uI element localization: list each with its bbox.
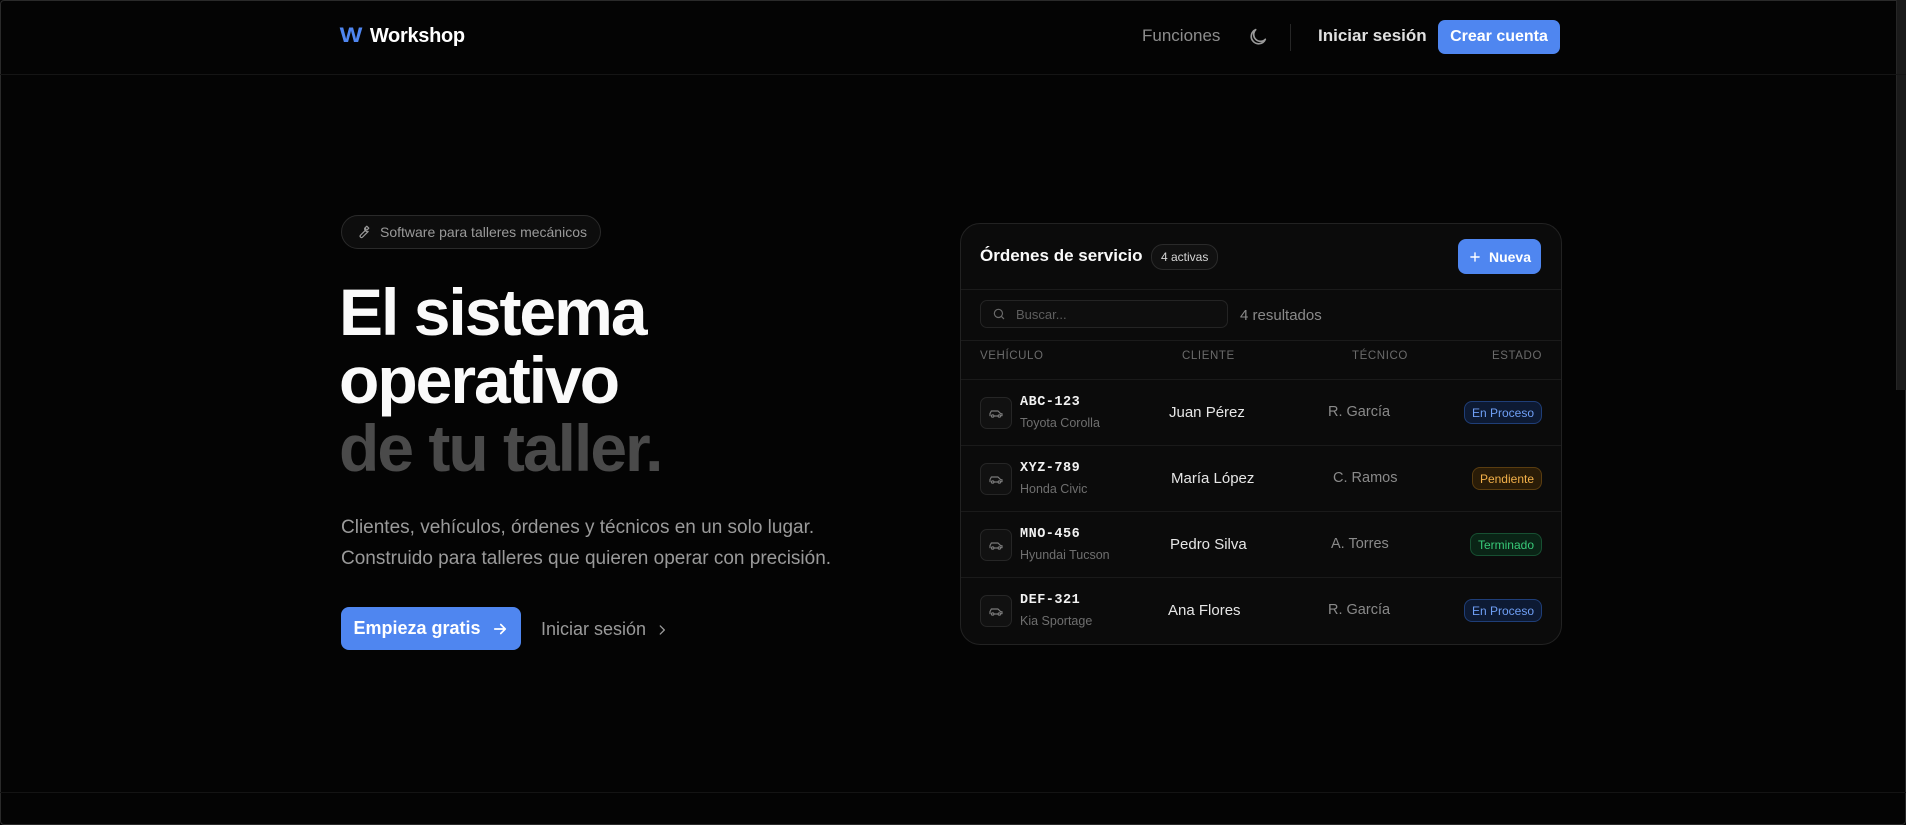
client-name: Juan Pérez [1169, 404, 1245, 421]
vehicle-plate: DEF-321 [1020, 593, 1081, 608]
arrow-right-icon [493, 623, 506, 634]
search-icon [993, 308, 1005, 320]
column-header-technician[interactable]: TÉCNICO [1352, 350, 1408, 362]
section-divider [0, 792, 1906, 793]
car-icon [989, 410, 1003, 418]
card-header: Órdenes de servicio 4 activas Nueva [961, 224, 1561, 290]
hero-title-line-2: operativo [339, 343, 620, 417]
nav-features-link[interactable]: Funciones [1142, 26, 1220, 46]
technician-name: R. García [1328, 602, 1391, 618]
car-icon [989, 476, 1003, 484]
vehicle-thumb [980, 529, 1012, 561]
status-badge: En Proceso [1463, 599, 1542, 622]
orders-table-body: ABC-123 Toyota Corolla Juan Pérez R. Gar… [961, 379, 1561, 643]
card-title: Órdenes de servicio [980, 246, 1143, 265]
wrench-icon [359, 225, 370, 239]
hero-lead: Clientes, vehículos, órdenes y técnicos … [341, 512, 901, 574]
hero-title: El sistema operativo de tu taller. [339, 275, 663, 485]
chevron-right-icon [659, 624, 666, 635]
moon-icon[interactable] [1247, 26, 1269, 48]
start-free-button[interactable]: Empieza gratis [341, 607, 521, 650]
vehicle-thumb [980, 397, 1012, 429]
vehicle-thumb [980, 595, 1012, 627]
column-header-client[interactable]: CLIENTE [1182, 350, 1235, 362]
brand[interactable]: W Workshop [339, 24, 466, 48]
hero-login-label: Iniciar sesión [541, 619, 647, 639]
plus-icon [1470, 251, 1480, 262]
car-icon [989, 542, 1003, 550]
header-login-link[interactable]: Iniciar sesión [1318, 26, 1427, 46]
vehicle-model: Toyota Corolla [1020, 416, 1100, 430]
status-badge: En Proceso [1463, 401, 1542, 424]
vehicle-thumb [980, 463, 1012, 495]
hero-login-link[interactable]: Iniciar sesión [541, 619, 669, 640]
table-row[interactable]: XYZ-789 Honda Civic María López C. Ramos… [961, 445, 1561, 511]
search-input[interactable] [1014, 305, 1218, 323]
car-icon [989, 608, 1003, 616]
hero-lead-line-1: Clientes, vehículos, órdenes y técnicos … [341, 517, 815, 538]
signup-button[interactable]: Crear cuenta [1438, 20, 1560, 54]
new-order-button[interactable]: Nueva [1458, 239, 1541, 274]
search-row: 4 resultados [961, 290, 1561, 341]
technician-name: C. Ramos [1333, 470, 1398, 486]
vehicle-model: Kia Sportage [1020, 614, 1093, 628]
nav-divider [1290, 24, 1291, 51]
hero-title-line-3: de tu taller. [339, 411, 663, 485]
vehicle-plate: XYZ-789 [1020, 461, 1081, 476]
status-badge: Pendiente [1471, 467, 1542, 490]
service-orders-card: Órdenes de servicio 4 activas Nueva 4 re… [960, 223, 1562, 645]
hero-lead-line-2: Construido para talleres que quieren ope… [341, 548, 832, 569]
site-header: W Workshop Funciones Iniciar sesión Crea… [0, 0, 1906, 75]
column-header-status[interactable]: ESTADO [1492, 350, 1542, 362]
hero-pill: Software para talleres mecánicos [341, 215, 601, 249]
hero-title-line-1: El sistema [339, 275, 648, 349]
brand-name: Workshop [369, 24, 465, 47]
status-badge: Terminado [1469, 533, 1542, 556]
client-name: María López [1171, 470, 1255, 487]
search-box[interactable] [980, 300, 1228, 328]
vehicle-model: Honda Civic [1020, 482, 1088, 496]
window-frame [0, 0, 1906, 825]
new-order-label: Nueva [1488, 248, 1532, 265]
technician-name: A. Torres [1331, 536, 1389, 552]
w-logo-icon: W [339, 24, 363, 47]
hero-pill-label: Software para talleres mecánicos [380, 224, 587, 240]
active-count-badge: 4 activas [1151, 244, 1219, 270]
column-header-vehicle[interactable]: VEHÍCULO [980, 350, 1044, 362]
table-row[interactable]: DEF-321 Kia Sportage Ana Flores R. Garcí… [961, 577, 1561, 643]
technician-name: R. García [1328, 404, 1391, 420]
result-count: 4 resultados [1240, 307, 1322, 324]
vehicle-model: Hyundai Tucson [1020, 548, 1110, 562]
start-free-label: Empieza gratis [353, 618, 481, 638]
client-name: Pedro Silva [1170, 536, 1247, 553]
client-name: Ana Flores [1168, 602, 1241, 619]
table-row[interactable]: MNO-456 Hyundai Tucson Pedro Silva A. To… [961, 511, 1561, 577]
vehicle-plate: ABC-123 [1020, 395, 1081, 410]
vehicle-plate: MNO-456 [1020, 527, 1081, 542]
table-row[interactable]: ABC-123 Toyota Corolla Juan Pérez R. Gar… [961, 379, 1561, 445]
